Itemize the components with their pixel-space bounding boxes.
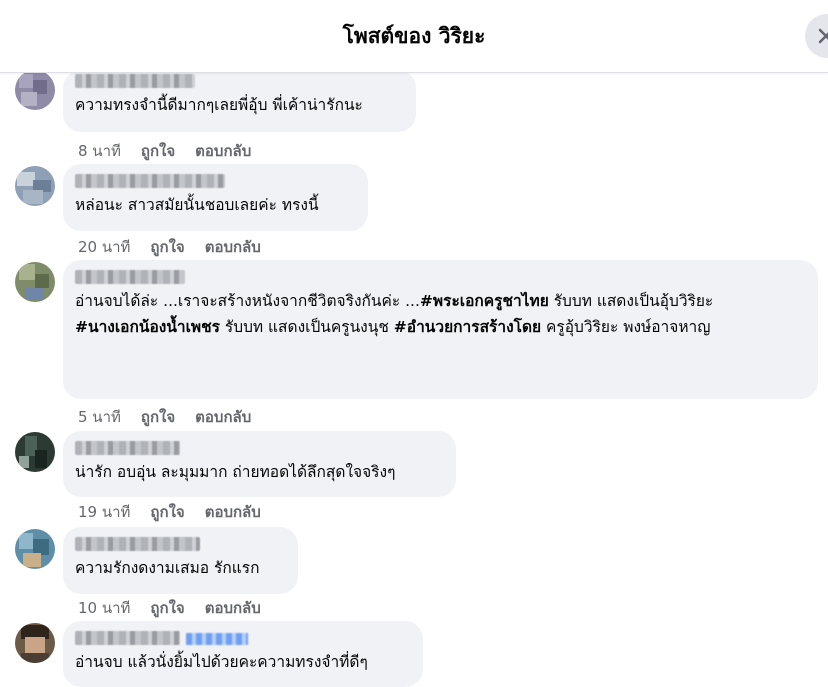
avatar[interactable]	[15, 623, 55, 663]
comment-text: ความทรงจำนี้ดีมากๆเลยพี่อุ้บ พี่เค้าน่าร…	[75, 96, 363, 114]
comment-text-part: รับบท แสดงเป็นครูนงนุช	[219, 318, 394, 336]
comment-time[interactable]: 10 นาที	[78, 596, 130, 620]
comment-actions: 20 นาที ถูกใจ ตอบกลับ	[78, 235, 261, 259]
avatar[interactable]	[15, 262, 55, 302]
comment-author[interactable]	[75, 270, 185, 284]
hashtag-link[interactable]: #นางเอกน้องน้ำเพชร	[75, 318, 220, 336]
reply-button[interactable]: ตอบกลับ	[195, 139, 251, 163]
comment-time[interactable]: 19 นาที	[78, 500, 130, 524]
close-icon	[818, 28, 828, 44]
dialog-header: โพสต์ของ วิริยะ	[0, 0, 828, 73]
comment-bubble: อ่านจบได้ล่ะ ...เราจะสร้างหนังจากชีวิตจร…	[63, 260, 818, 399]
avatar[interactable]	[15, 166, 55, 206]
comment-text-part: ครูอุ้บวิริยะ พงษ์อาจหาญ	[541, 318, 711, 336]
avatar[interactable]	[15, 432, 55, 472]
comment-text: อ่านจบได้ล่ะ ...เราจะสร้างหนังจากชีวิตจร…	[75, 288, 800, 340]
comment-bubble: ความรักงดงามเสมอ รักแรก	[63, 527, 298, 594]
reply-button[interactable]: ตอบกลับ	[205, 596, 261, 620]
comment-bubble: อ่านจบ แล้วนั่งยิ้มไปด้วยคะความทรงจำที่ด…	[63, 621, 423, 687]
comment-actions: 8 นาที ถูกใจ ตอบกลับ	[78, 139, 251, 163]
comment-time[interactable]: 8 นาที	[78, 139, 121, 163]
comment-time[interactable]: 5 นาที	[78, 405, 121, 429]
hashtag-link[interactable]: #อำนวยการสร้างโดย	[394, 318, 541, 336]
comment-author[interactable]	[75, 74, 195, 88]
comment-actions: 5 นาที ถูกใจ ตอบกลับ	[78, 405, 251, 429]
like-button[interactable]: ถูกใจ	[141, 405, 175, 429]
comment-bubble: น่ารัก อบอุ่น ละมุมมาก ถ่ายทอดได้ลึกสุดใ…	[63, 431, 456, 497]
page-title: โพสต์ของ วิริยะ	[342, 24, 486, 48]
like-button[interactable]: ถูกใจ	[150, 596, 184, 620]
comment-text: หล่อนะ สาวสมัยนั้นชอบเลยค่ะ ทรงนี้	[75, 196, 319, 214]
comments-list: ความทรงจำนี้ดีมากๆเลยพี่อุ้บ พี่เค้าน่าร…	[0, 0, 828, 687]
comment-text: ความรักงดงามเสมอ รักแรก	[75, 559, 260, 577]
comment-time[interactable]: 20 นาที	[78, 235, 130, 259]
comment-text: น่ารัก อบอุ่น ละมุมมาก ถ่ายทอดได้ลึกสุดใ…	[75, 463, 396, 481]
hashtag-link[interactable]: #พระเอกครูชาไทย	[420, 292, 549, 310]
like-button[interactable]: ถูกใจ	[141, 139, 175, 163]
comment-author[interactable]	[75, 174, 225, 188]
comment-actions: 10 นาที ถูกใจ ตอบกลับ	[78, 596, 261, 620]
comment-actions: 19 นาที ถูกใจ ตอบกลับ	[78, 500, 261, 524]
avatar[interactable]	[15, 70, 55, 110]
comment-text-part: รับบท แสดงเป็นอุ้บวิริยะ	[553, 292, 714, 310]
tagged-link[interactable]	[186, 633, 248, 645]
comment-author[interactable]	[75, 441, 180, 455]
comment-bubble: ความทรงจำนี้ดีมากๆเลยพี่อุ้บ พี่เค้าน่าร…	[63, 70, 416, 132]
reply-button[interactable]: ตอบกลับ	[205, 500, 261, 524]
comment-author[interactable]	[75, 631, 180, 645]
comment-author[interactable]	[75, 537, 200, 551]
comment-text-part: อ่านจบได้ล่ะ ...เราจะสร้างหนังจากชีวิตจร…	[75, 292, 420, 310]
reply-button[interactable]: ตอบกลับ	[205, 235, 261, 259]
comment-author-row	[75, 629, 411, 649]
comment-text: อ่านจบ แล้วนั่งยิ้มไปด้วยคะความทรงจำที่ด…	[75, 653, 368, 671]
comment-bubble: หล่อนะ สาวสมัยนั้นชอบเลยค่ะ ทรงนี้	[63, 164, 368, 231]
like-button[interactable]: ถูกใจ	[150, 235, 184, 259]
like-button[interactable]: ถูกใจ	[150, 500, 184, 524]
reply-button[interactable]: ตอบกลับ	[195, 405, 251, 429]
avatar[interactable]	[15, 529, 55, 569]
